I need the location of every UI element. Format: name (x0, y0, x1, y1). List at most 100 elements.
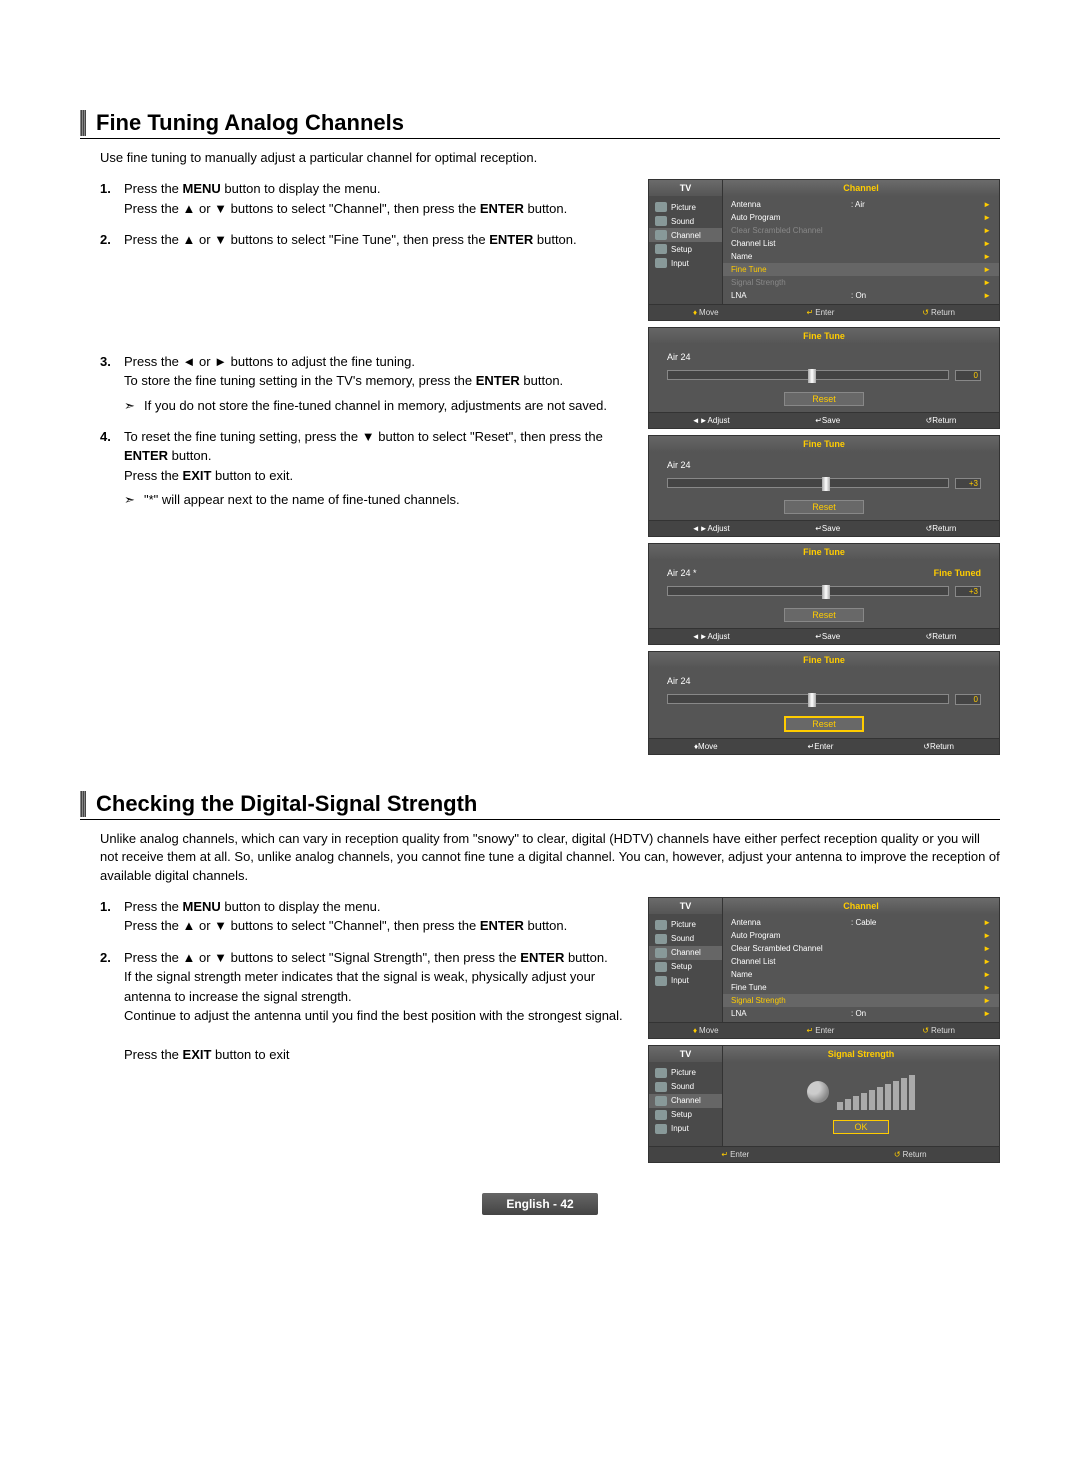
section2-intro: Unlike analog channels, which can vary i… (100, 830, 1000, 885)
instruction-list: Press the MENU button to display the men… (100, 179, 638, 509)
channel-label: Air 24 (667, 676, 691, 686)
osd-menu-item[interactable]: Clear Scrambled Channel► (723, 942, 999, 955)
step-4: To reset the fine tuning setting, press … (100, 427, 638, 510)
fine-tune-value: +3 (955, 586, 981, 597)
fine-tune-slider[interactable]: 0 (667, 368, 981, 382)
osd-menu-item[interactable]: Channel List► (723, 955, 999, 968)
sidebar-icon (655, 1110, 667, 1120)
osd-sidebar-item[interactable]: Sound (649, 214, 722, 228)
step-2: Press the ▲ or ▼ buttons to select "Fine… (100, 230, 638, 340)
osd-sidebar-item[interactable]: Sound (649, 1080, 722, 1094)
step-1: Press the MENU button to display the men… (100, 179, 638, 218)
reset-button[interactable]: Reset (784, 716, 864, 732)
fine-tune-slider[interactable]: 0 (667, 692, 981, 706)
fine-tuned-badge: Fine Tuned (934, 568, 981, 578)
s2-step-2: Press the ▲ or ▼ buttons to select "Sign… (100, 948, 638, 1065)
sidebar-icon (655, 934, 667, 944)
osd-menu-title: Channel (723, 898, 999, 914)
signal-bars-icon (837, 1074, 915, 1110)
sidebar-icon (655, 962, 667, 972)
osd-sidebar-item[interactable]: Setup (649, 1108, 722, 1122)
satellite-dish-icon (807, 1081, 829, 1103)
osd-menu-item[interactable]: Channel List► (723, 237, 999, 250)
osd-sidebar-item[interactable]: Picture (649, 1066, 722, 1080)
fine-tune-value: 0 (955, 694, 981, 705)
reset-button[interactable]: Reset (784, 392, 864, 406)
section-title: Fine Tuning Analog Channels (96, 110, 404, 136)
osd-sidebar-item[interactable]: Setup (649, 960, 722, 974)
fine-tune-value: 0 (955, 370, 981, 381)
fine-tune-title: Fine Tune (649, 436, 999, 452)
step-4-note: "*" will appear next to the name of fine… (124, 491, 638, 509)
osd-signal-title: Signal Strength (723, 1046, 999, 1062)
osd-menu-item[interactable]: Name► (723, 250, 999, 263)
osd-menu-item[interactable]: Signal Strength► (723, 276, 999, 289)
osd-sidebar-item[interactable]: Input (649, 1122, 722, 1136)
s2-step-1: Press the MENU button to display the men… (100, 897, 638, 936)
ok-button[interactable]: OK (833, 1120, 889, 1134)
sidebar-icon (655, 920, 667, 930)
reset-button[interactable]: Reset (784, 608, 864, 622)
section2-title: Checking the Digital-Signal Strength (96, 791, 477, 817)
osd-menu-item[interactable]: Fine Tune► (723, 263, 999, 276)
ornament-bars (80, 110, 86, 136)
osd-fine-tune-panel: Fine TuneAir 24+3Reset◄►Adjust↵Save↺Retu… (648, 435, 1000, 537)
sidebar-icon (655, 258, 667, 268)
osd-menu-item[interactable]: Name► (723, 968, 999, 981)
osd-fine-tune-panel: Fine TuneAir 240Reset◄►Adjust↵Save↺Retur… (648, 327, 1000, 429)
osd-signal-strength: TV Signal Strength PictureSoundChannelSe… (648, 1045, 1000, 1163)
fine-tune-title: Fine Tune (649, 328, 999, 344)
osd-sidebar-item[interactable]: Input (649, 256, 722, 270)
osd-menu-item[interactable]: Fine Tune► (723, 981, 999, 994)
osd-sidebar-item[interactable]: Channel (649, 1094, 722, 1108)
osd-sidebar-item[interactable]: Setup (649, 242, 722, 256)
osd-tv-label: TV (649, 898, 723, 914)
channel-label: Air 24 (667, 460, 691, 470)
fine-tune-slider[interactable]: +3 (667, 584, 981, 598)
section-header: Fine Tuning Analog Channels (80, 110, 1000, 139)
osd-channel-menu: TV Channel PictureSoundChannelSetupInput… (648, 179, 1000, 321)
sidebar-icon (655, 1124, 667, 1134)
sidebar-icon (655, 1082, 667, 1092)
osd-sidebar-item[interactable]: Channel (649, 946, 722, 960)
osd-menu-title: Channel (723, 180, 999, 196)
osd-menu-item[interactable]: Auto Program► (723, 211, 999, 224)
page-number: English - 42 (482, 1193, 597, 1215)
osd-menu-item[interactable]: Clear Scrambled Channel► (723, 224, 999, 237)
osd-sidebar-item[interactable]: Input (649, 974, 722, 988)
step-3: Press the ◄ or ► buttons to adjust the f… (100, 352, 638, 415)
sidebar-icon (655, 976, 667, 986)
osd-menu-item[interactable]: Signal Strength► (723, 994, 999, 1007)
sidebar-icon (655, 1068, 667, 1078)
section2-header: Checking the Digital-Signal Strength (80, 791, 1000, 820)
fine-tune-title: Fine Tune (649, 652, 999, 668)
osd-sidebar-item[interactable]: Picture (649, 918, 722, 932)
sidebar-icon (655, 230, 667, 240)
osd-menu-item[interactable]: Antenna: Air► (723, 198, 999, 211)
osd-tv-label: TV (649, 1046, 723, 1062)
fine-tune-value: +3 (955, 478, 981, 489)
step-3-note: If you do not store the fine-tuned chann… (124, 397, 638, 415)
sidebar-icon (655, 216, 667, 226)
osd-sidebar-item[interactable]: Sound (649, 932, 722, 946)
osd-fine-tune-panel: Fine TuneAir 240Reset♦Move↵Enter↺Return (648, 651, 1000, 755)
sidebar-icon (655, 244, 667, 254)
channel-label: Air 24 * (667, 568, 697, 578)
reset-button[interactable]: Reset (784, 500, 864, 514)
instruction-list-2: Press the MENU button to display the men… (100, 897, 638, 1065)
sidebar-icon (655, 1096, 667, 1106)
osd-menu-item[interactable]: Antenna: Cable► (723, 916, 999, 929)
fine-tune-slider[interactable]: +3 (667, 476, 981, 490)
osd-menu-item[interactable]: LNA: On► (723, 289, 999, 302)
sidebar-icon (655, 202, 667, 212)
fine-tune-title: Fine Tune (649, 544, 999, 560)
osd-menu-item[interactable]: LNA: On► (723, 1007, 999, 1020)
page-footer: English - 42 (80, 1193, 1000, 1215)
osd-tv-label: TV (649, 180, 723, 196)
osd-menu-item[interactable]: Auto Program► (723, 929, 999, 942)
ornament-bars (80, 791, 86, 817)
section-intro: Use fine tuning to manually adjust a par… (100, 149, 1000, 167)
osd-sidebar-item[interactable]: Picture (649, 200, 722, 214)
osd-fine-tune-panel: Fine TuneAir 24 *Fine Tuned+3Reset◄►Adju… (648, 543, 1000, 645)
osd-sidebar-item[interactable]: Channel (649, 228, 722, 242)
